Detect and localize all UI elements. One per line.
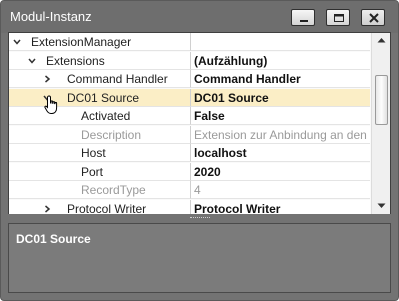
property-value-cell[interactable]: (Aufzählung) (191, 51, 370, 70)
property-name-label: Description (81, 127, 142, 142)
property-name-label: Activated (81, 109, 131, 123)
property-row[interactable]: Protocol Writer Protocol Writer (9, 199, 370, 215)
description-panel: DC01 Source (8, 223, 391, 293)
property-value: DC01 Source (194, 90, 269, 105)
property-name-cell[interactable]: Activated (9, 107, 191, 125)
property-row[interactable]: Host localhost (9, 144, 370, 162)
chevron-down-icon[interactable] (13, 38, 21, 46)
maximize-button[interactable] (326, 9, 350, 26)
property-name-label: Protocol Writer (67, 201, 147, 215)
property-value-cell[interactable]: Command Handler (191, 70, 370, 88)
minimize-icon (300, 20, 308, 22)
hand-cursor-icon (44, 95, 58, 114)
property-value-cell[interactable]: False (191, 107, 370, 125)
property-name-cell[interactable]: DC01 Source (9, 88, 191, 107)
vertical-scrollbar[interactable] (371, 33, 390, 214)
property-value-cell: Extension zur Anbindung an den ... (191, 125, 370, 144)
scroll-down-arrow-icon[interactable] (377, 203, 386, 209)
property-row[interactable]: Command Handler Command Handler (9, 70, 370, 88)
chevron-right-icon[interactable] (43, 75, 51, 83)
property-value: Extension zur Anbindung an den ... (194, 127, 370, 142)
property-row[interactable]: Port 2020 (9, 162, 370, 181)
property-value-cell[interactable] (191, 33, 370, 51)
property-name-cell[interactable]: Command Handler (9, 70, 191, 88)
property-row[interactable]: Activated False (9, 107, 370, 125)
property-name-cell[interactable]: RecordType (9, 181, 191, 199)
property-value-cell[interactable]: localhost (191, 144, 370, 162)
property-value-cell: 4 (191, 181, 370, 199)
title-bar[interactable]: Modul-Instanz (1, 1, 398, 33)
property-value: Command Handler (194, 72, 301, 86)
property-name-label: Port (81, 164, 104, 179)
property-row[interactable]: Description Extension zur Anbindung an de… (9, 125, 370, 144)
window-title: Modul-Instanz (10, 9, 92, 24)
minimize-button[interactable] (291, 9, 315, 26)
property-name-label: ExtensionManager (31, 35, 132, 49)
property-name-label: Host (81, 146, 106, 160)
scroll-up-arrow-icon[interactable] (377, 37, 386, 43)
property-name-cell[interactable]: ExtensionManager (9, 33, 191, 51)
property-value: localhost (194, 146, 247, 160)
scrollbar-thumb[interactable] (375, 75, 388, 125)
property-row[interactable]: RecordType 4 (9, 181, 370, 199)
property-name-label: Command Handler (67, 72, 168, 86)
property-value: 2020 (194, 164, 221, 179)
property-name-cell[interactable]: Description (9, 125, 191, 144)
close-icon (369, 13, 379, 23)
splitter-grip[interactable] (190, 217, 210, 221)
property-name-cell[interactable]: Port (9, 162, 191, 181)
description-title: DC01 Source (16, 232, 91, 246)
property-value: Protocol Writer (194, 201, 281, 215)
property-name-label: DC01 Source (67, 90, 140, 105)
property-value: False (194, 109, 225, 123)
property-name-label: RecordType (81, 183, 146, 197)
property-row[interactable]: ExtensionManager (9, 33, 370, 51)
property-name-cell[interactable]: Protocol Writer (9, 199, 191, 215)
property-value-cell[interactable]: Protocol Writer (191, 199, 370, 215)
panel-splitter[interactable] (1, 214, 398, 223)
property-name-label: Extensions (46, 53, 105, 68)
property-name-cell[interactable]: Host (9, 144, 191, 162)
property-name-cell[interactable]: Extensions (9, 51, 191, 70)
property-grid: ExtensionManager Extensions (Aufzählung) Co… (8, 32, 391, 215)
maximize-icon (334, 14, 344, 22)
property-value: 4 (194, 183, 201, 197)
property-row[interactable]: Extensions (Aufzählung) (9, 51, 370, 70)
close-button[interactable] (361, 9, 385, 26)
property-value-cell[interactable]: DC01 Source (191, 88, 370, 107)
module-instance-window: Modul-Instanz ExtensionManager Extensions… (0, 0, 399, 301)
property-value-cell[interactable]: 2020 (191, 162, 370, 181)
chevron-right-icon[interactable] (43, 204, 51, 213)
property-value: (Aufzählung) (194, 53, 268, 68)
chevron-down-icon[interactable] (28, 57, 36, 65)
property-row[interactable]: DC01 Source DC01 Source (9, 88, 370, 107)
